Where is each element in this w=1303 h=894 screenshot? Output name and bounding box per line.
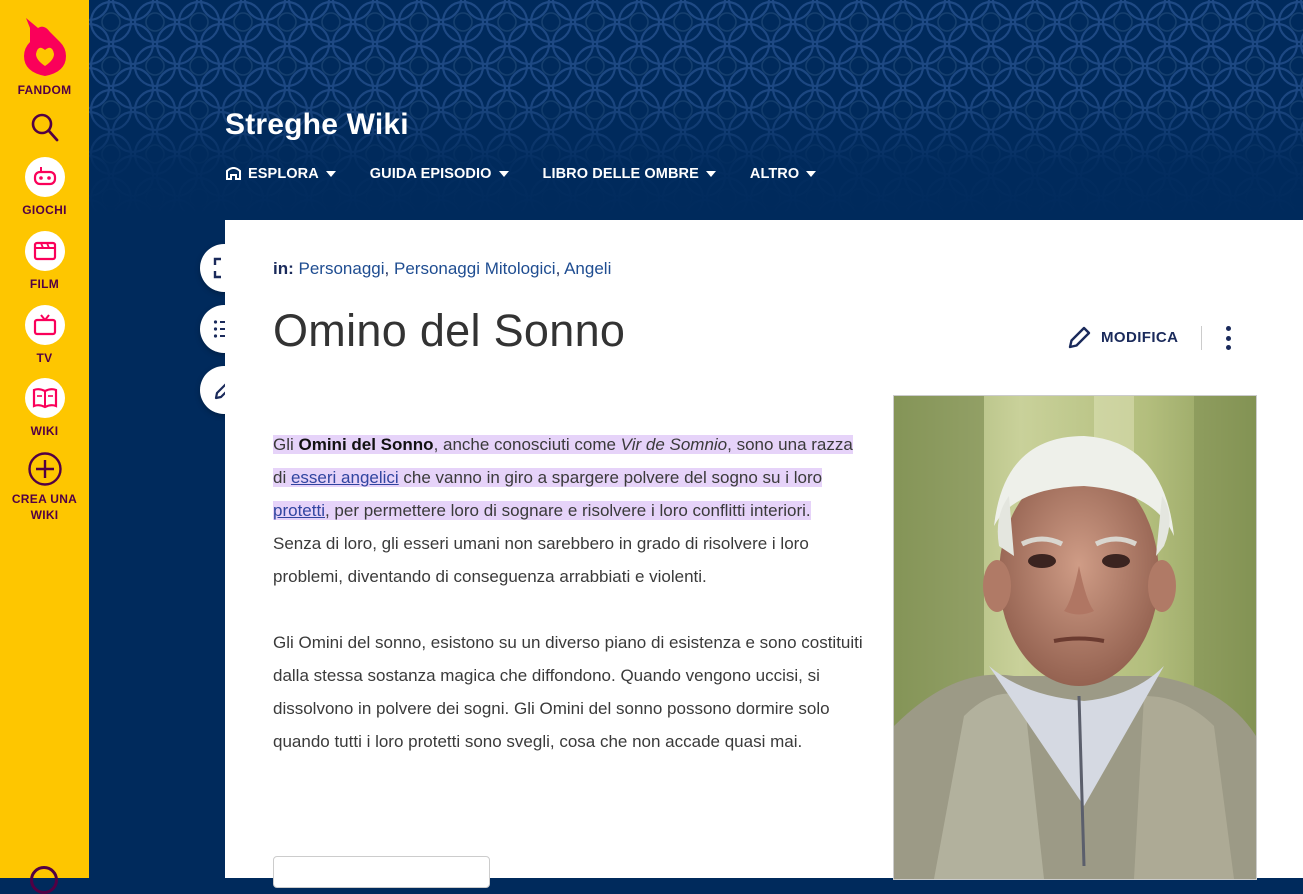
page-title: Omino del Sonno [273, 305, 626, 356]
edit-button[interactable]: MODIFICA [1067, 324, 1178, 350]
explore-icon [226, 167, 241, 180]
text: Gli [273, 435, 299, 454]
text: che vanno in giro a spargere polvere del… [398, 468, 823, 487]
character-portrait [894, 396, 1256, 879]
categories-label: in: [273, 259, 294, 278]
nav-libro-delle-ombre[interactable]: LIBRO DELLE OMBRE [543, 166, 716, 182]
categories-line: in: Personaggi, Personaggi Mitologici, A… [273, 259, 611, 279]
link-esseri-angelici[interactable]: esseri angelici [291, 468, 399, 487]
caret-down-icon [806, 171, 817, 177]
pencil-icon [1068, 326, 1091, 349]
content-box[interactable] [273, 856, 490, 888]
search-icon [31, 113, 58, 142]
rail-item-label: WIKI [30, 424, 59, 438]
category-link[interactable]: Personaggi Mitologici [394, 259, 556, 278]
article-card: in: Personaggi, Personaggi Mitologici, A… [225, 220, 1303, 888]
rail-item-create-wiki[interactable]: CREA UNA WIKI [0, 451, 89, 523]
edit-label: MODIFICA [1101, 328, 1179, 346]
separator: , [555, 259, 565, 278]
text: , anche conosciuti come [433, 435, 621, 454]
separator: , [384, 259, 394, 278]
article-paragraph: Gli Omini del Sonno, anche conosciuti co… [273, 428, 863, 593]
article-body: Gli Omini del Sonno, anche conosciuti co… [273, 428, 863, 791]
category-link[interactable]: Personaggi [299, 259, 385, 278]
fandom-logo[interactable]: FANDOM [0, 14, 89, 98]
controller-icon [24, 157, 65, 197]
rail-item-label: CREA UNA WIKI [11, 492, 78, 522]
nav-esplora[interactable]: ESPLORA [225, 166, 336, 182]
nav-label: ALTRO [749, 166, 800, 182]
divider [1201, 326, 1202, 350]
nav-label: LIBRO DELLE OMBRE [542, 166, 699, 182]
wiki-header: Streghe Wiki ESPLORA GUIDA EPISODIO LIBR… [89, 0, 1303, 220]
more-options-button[interactable] [1220, 326, 1236, 350]
clapperboard-icon [24, 231, 65, 271]
book-icon [24, 378, 65, 418]
plus-circle-icon [27, 452, 62, 486]
help-icon[interactable] [30, 866, 58, 894]
fandom-rail: FANDOM GIOCHI FILM TV WIKI CREA UNA WIKI [0, 0, 89, 894]
link-protetti[interactable]: protetti [273, 501, 325, 520]
fandom-flame-icon [23, 18, 66, 76]
caret-down-icon [498, 171, 509, 177]
wiki-nav: ESPLORA GUIDA EPISODIO LIBRO DELLE OMBRE… [225, 166, 850, 182]
rail-item-label: GIOCHI [22, 203, 67, 217]
rail-item-film[interactable]: FILM [0, 231, 89, 292]
dot [1225, 345, 1231, 350]
infobox-image[interactable] [893, 395, 1257, 880]
nav-altro[interactable]: ALTRO [749, 166, 817, 182]
fandom-brand-label: FANDOM [17, 83, 72, 97]
highlighted-text: Gli Omini del Sonno, anche conosciuti co… [273, 435, 853, 520]
nav-label: GUIDA EPISODIO [369, 166, 492, 182]
article-paragraph: Gli Omini del sonno, esistono su un dive… [273, 633, 863, 751]
category-link[interactable]: Angeli [564, 259, 611, 278]
text: Senza di loro, gli esseri umani non sare… [273, 534, 809, 586]
tv-icon [24, 305, 65, 345]
nav-guida-episodio[interactable]: GUIDA EPISODIO [370, 166, 509, 182]
rail-item-label: FILM [29, 277, 60, 291]
text: , per permettere loro di sognare e risol… [324, 501, 811, 520]
rail-item-giochi[interactable]: GIOCHI [0, 157, 89, 218]
dot [1225, 326, 1231, 331]
wiki-title[interactable]: Streghe Wiki [225, 108, 409, 142]
caret-down-icon [325, 171, 336, 177]
caret-down-icon [705, 171, 716, 177]
rail-item-label: TV [36, 351, 53, 365]
rail-item-wiki[interactable]: WIKI [0, 378, 89, 439]
search-button[interactable] [0, 112, 89, 144]
italic-term: Vir de Somnio [620, 435, 728, 454]
bold-term: Omini del Sonno [298, 435, 434, 454]
dot [1225, 335, 1231, 341]
nav-label: ESPLORA [248, 166, 319, 182]
rail-item-tv[interactable]: TV [0, 305, 89, 366]
